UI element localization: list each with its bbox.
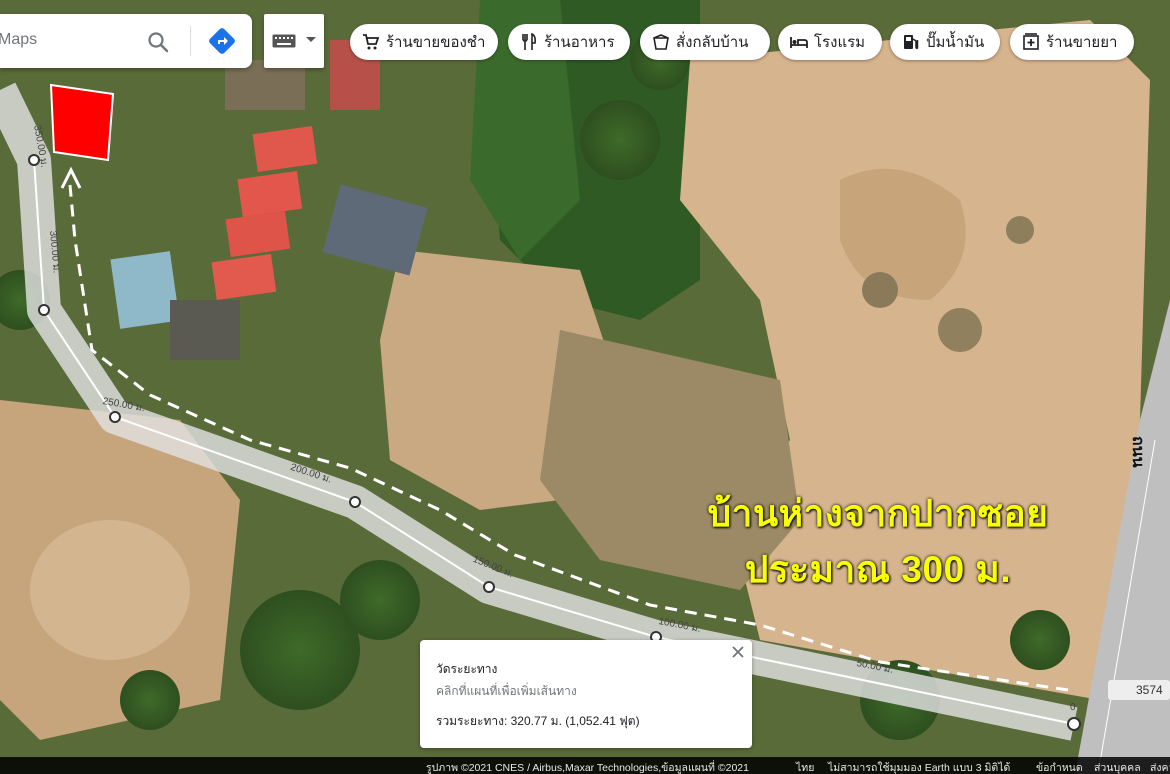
measure-point [349,496,361,508]
chip-label: สั่งกลับบ้าน [676,34,749,51]
annotation-line-1: บ้านห่างจากปากซอย [707,493,1049,534]
chip-label: ปั๊มน้ำมัน [926,34,985,51]
land-plot-marker [49,83,115,162]
chip-label: ร้านขายของชำ [386,34,486,51]
distance-label: 0 [1070,702,1076,713]
chevron-down-icon[interactable] [306,37,316,42]
annotation-line-2: ประมาณ 300 ม. [744,549,1012,590]
search-box: Maps [0,14,252,68]
privacy-link[interactable]: ส่วนบุคคล [1094,759,1141,774]
takeout-icon [653,34,669,50]
cart-icon [363,34,380,50]
total-distance: รวมระยะทาง: 320.77 ม. (1,052.41 ฟุต) [436,714,640,728]
road-name-label: ถนน [1129,436,1146,468]
chip-pharmacy[interactable]: ร้านขายยา [1010,24,1134,60]
chip-restaurant[interactable]: ร้านอาหาร [508,24,630,60]
measure-distance-card: วัดระยะทาง คลิกที่แผนที่เพื่อเพิ่มเส้นทา… [420,640,752,748]
route-number-badge: 3574 [1108,680,1170,700]
terms-link[interactable]: ข้อกำหนด [1036,759,1083,774]
pharmacy-icon [1023,33,1039,50]
directions-icon[interactable] [208,27,236,55]
earth-notice: ไม่สามารถใช้มุมมอง Earth แบบ 3 มิติได้ [828,762,1011,774]
map-footer: รูปภาพ ©2021 CNES / Airbus,Maxar Technol… [0,757,1170,774]
send-feedback-link[interactable]: ส่งความ [1150,759,1170,774]
input-tools-button[interactable] [264,14,324,68]
chip-hotel[interactable]: โรงแรม [778,24,882,60]
card-hint: คลิกที่แผนที่เพื่อเพิ่มเส้นทาง [436,684,577,698]
route-number: 3574 [1136,683,1163,697]
restaurant-icon [522,33,536,50]
hotel-icon [790,37,808,48]
card-title: วัดระยะทาง [436,662,498,676]
keyboard-icon [272,34,296,48]
measure-point [38,304,50,316]
divider [190,26,191,56]
measure-point [483,581,495,593]
chip-label: ร้านอาหาร [544,34,615,51]
chip-label: ร้านขายยา [1046,34,1118,51]
chip-label: โรงแรม [814,34,866,51]
measure-point [109,411,121,423]
chip-takeout[interactable]: สั่งกลับบ้าน [640,24,770,60]
gas-station-icon [904,35,919,50]
chip-grocery[interactable]: ร้านขายของชำ [350,24,498,60]
search-icon[interactable] [146,30,170,54]
close-icon[interactable] [730,644,746,660]
imagery-credit: รูปภาพ ©2021 CNES / Airbus,Maxar Technol… [426,762,749,774]
measure-point [1067,717,1081,731]
search-input[interactable]: Maps [0,31,37,49]
chip-gas-station[interactable]: ปั๊มน้ำมัน [890,24,1000,60]
language-link[interactable]: ไทย [796,759,814,774]
